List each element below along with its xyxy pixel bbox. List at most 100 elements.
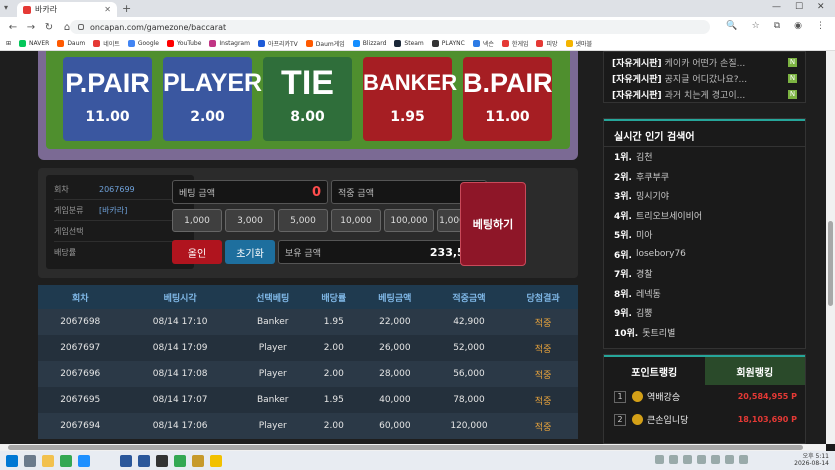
bookmark-star-icon[interactable]: ☆	[752, 21, 760, 31]
new-tab-icon[interactable]: +	[122, 2, 131, 15]
bookmark-item[interactable]: 한게임	[501, 39, 528, 48]
chrome-active-icon[interactable]	[174, 454, 186, 467]
bookmark-item[interactable]: 아프리카TV	[257, 39, 298, 48]
round-value: 2067699	[99, 184, 135, 194]
chip-3000-button[interactable]: 3,000	[225, 209, 275, 232]
back-icon[interactable]: ←	[8, 22, 18, 33]
bookmark-item[interactable]: NAVER	[19, 40, 49, 47]
bet-tie[interactable]: TIE 8.00	[263, 57, 352, 141]
app-icon[interactable]	[120, 454, 132, 467]
keyword-item[interactable]: 4위. 트리오브세이비어	[604, 206, 805, 226]
vertical-scroll-thumb[interactable]	[828, 221, 833, 306]
browser-tab[interactable]: 바카라 ✕	[17, 2, 117, 17]
cell: 52,000	[429, 335, 509, 361]
bookmark-item[interactable]: PLAYNC	[431, 40, 465, 47]
clock-date: 2026-08-14	[794, 460, 829, 467]
keyword-item[interactable]: 2위. 후쿠부쿠	[604, 167, 805, 187]
bet-banker[interactable]: BANKER 1.95	[363, 57, 457, 141]
bookmark-item[interactable]: Blizzard	[352, 40, 386, 47]
tab-point-ranking[interactable]: 포인트랭킹	[604, 357, 705, 385]
keyword-item[interactable]: 5위. 미아	[604, 225, 805, 245]
app-icon[interactable]	[192, 454, 204, 467]
tab-close-icon[interactable]: ✕	[104, 5, 111, 14]
bookmark-item[interactable]: Steam	[394, 40, 424, 47]
site-info-icon[interactable]	[78, 24, 84, 30]
bookmark-item[interactable]: YouTube	[167, 40, 201, 47]
tray-icon[interactable]	[683, 455, 692, 464]
reset-button[interactable]: 초기화	[225, 240, 275, 264]
chip-5000-button[interactable]: 5,000	[278, 209, 328, 232]
game-type-value: [바카라]	[99, 205, 128, 215]
profile-icon[interactable]: ◉	[794, 21, 802, 31]
rank-points: 20,584,955 P	[737, 392, 797, 401]
vertical-scrollbar[interactable]	[826, 51, 835, 444]
tray-icon[interactable]	[697, 455, 706, 464]
keyword-item[interactable]: 6위. losebory76	[604, 245, 805, 265]
keyword-item[interactable]: 9위. 김뿡	[604, 303, 805, 323]
bookmark-item[interactable]: 네이트	[93, 39, 120, 48]
bet-banker-pair[interactable]: B.PAIR 11.00	[463, 57, 553, 141]
volume-icon[interactable]	[739, 455, 748, 464]
tray-icon[interactable]	[711, 455, 720, 464]
task-view-icon[interactable]	[24, 454, 36, 467]
forward-icon[interactable]: →	[26, 22, 36, 33]
new-badge-icon: N	[788, 73, 797, 83]
bet-player[interactable]: PLAYER 2.00	[163, 57, 262, 141]
bet-player-pair[interactable]: P.PAIR 11.00	[63, 57, 152, 141]
apps-icon[interactable]: ⊞	[6, 40, 11, 47]
chrome-icon[interactable]	[60, 454, 72, 467]
horizontal-scroll-thumb[interactable]	[8, 445, 803, 450]
bookmark-item[interactable]: Daum	[57, 40, 85, 47]
allin-button[interactable]: 올인	[172, 240, 222, 264]
cell: 1.95	[307, 387, 360, 413]
table-row: 2067696 08/14 17:08 Player 2.00 28,000 56,000…	[38, 361, 578, 387]
zoom-icon[interactable]: 🔍	[726, 21, 737, 31]
kakaotalk-icon[interactable]	[210, 454, 222, 467]
bookmark-item[interactable]: 넷마블	[565, 39, 592, 48]
keyword-item[interactable]: 8위. 레넥동	[604, 284, 805, 304]
chip-10000-button[interactable]: 10,000	[331, 209, 381, 232]
tray-icon[interactable]	[669, 455, 678, 464]
chip-1000-button[interactable]: 1,000	[172, 209, 222, 232]
horizontal-scrollbar[interactable]	[0, 444, 826, 451]
bookmark-item[interactable]: Google	[127, 40, 159, 47]
table-row: 2067698 08/14 17:10 Banker 1.95 22,000 42,900…	[38, 309, 578, 335]
tab-member-ranking[interactable]: 회원랭킹	[704, 357, 805, 385]
menu-icon[interactable]: ⋮	[816, 21, 825, 31]
rank-name[interactable]: 큰손입니당	[647, 413, 688, 426]
keyword-item[interactable]: 1위. 김천	[604, 147, 805, 167]
keyword-item[interactable]: 3위. 밍시기야	[604, 186, 805, 206]
minimize-icon[interactable]: —	[772, 2, 781, 12]
url-input[interactable]: oncapan.com/gamezone/baccarat	[70, 20, 710, 34]
keyword-rank: 7위.	[614, 270, 632, 281]
tab-search-icon[interactable]: ▾	[4, 3, 8, 12]
start-icon[interactable]	[6, 454, 18, 467]
maximize-icon[interactable]: ☐	[795, 2, 803, 12]
post-link[interactable]: [자유게시판] 과거 치는게 경고이... N	[612, 86, 797, 102]
place-bet-button[interactable]: 베팅하기	[460, 182, 526, 266]
edge-icon[interactable]	[78, 454, 90, 467]
keyword-text: 돗트리별	[642, 328, 676, 339]
file-explorer-icon[interactable]	[42, 454, 54, 467]
reload-icon[interactable]: ↻	[44, 22, 54, 33]
bet-amount-field: 베팅 금액 0	[172, 180, 328, 204]
cell: 40,000	[359, 387, 430, 413]
app-icon[interactable]	[156, 454, 168, 467]
close-window-icon[interactable]: ✕	[817, 2, 825, 12]
extensions-icon[interactable]: ⧉	[774, 21, 780, 31]
keyword-item[interactable]: 10위. 돗트리별	[604, 323, 805, 343]
keyword-item[interactable]: 7위. 경찰	[604, 264, 805, 284]
tray-icon[interactable]	[655, 455, 664, 464]
bookmark-item[interactable]: 넥슨	[472, 39, 494, 48]
post-link[interactable]: [자유게시판] 케이카 어떤가 손질... N	[612, 54, 797, 70]
network-icon[interactable]	[725, 455, 734, 464]
bookmark-item[interactable]: Daum게임	[305, 39, 345, 48]
clock[interactable]: 오후 5:11 2026-08-14	[794, 453, 829, 467]
word-icon[interactable]	[138, 454, 150, 467]
chip-100000-button[interactable]: 100,000	[384, 209, 434, 232]
rank-name[interactable]: 역배강승	[647, 390, 680, 403]
post-link[interactable]: [자유게시판] 공지글 어디갔나요?... N	[612, 70, 797, 86]
bookmark-item[interactable]: 피망	[536, 39, 558, 48]
keyword-rank: 10위.	[614, 328, 639, 339]
bookmark-item[interactable]: Instagram	[209, 40, 250, 47]
